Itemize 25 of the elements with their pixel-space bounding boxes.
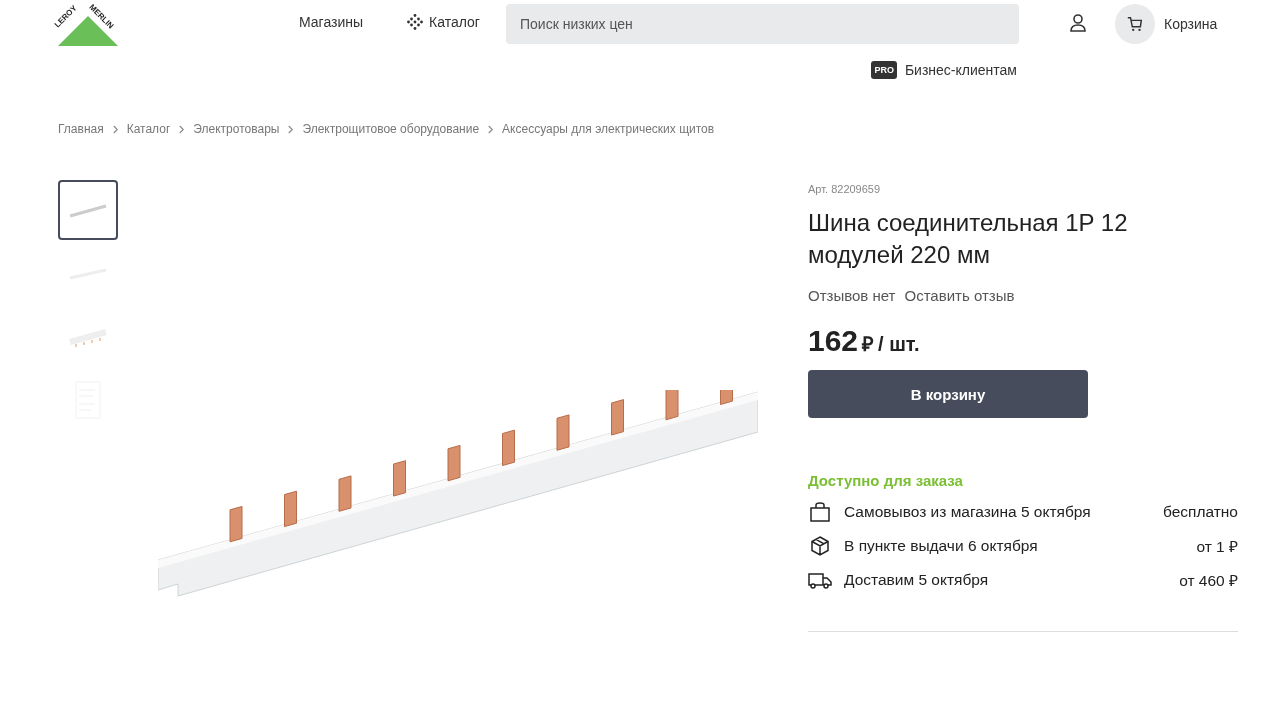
add-to-cart-button[interactable]: В корзину — [808, 370, 1088, 418]
breadcrumb-link[interactable]: Главная — [58, 122, 104, 136]
currency: ₽ — [862, 332, 875, 357]
price: 162 — [808, 324, 859, 358]
breadcrumb-link[interactable]: Электротовары — [193, 122, 280, 136]
delivery-option: Самовывоз из магазина 5 октября — [844, 503, 1151, 521]
delivery-price: от 1 ₽ — [1196, 537, 1238, 557]
cart-link[interactable]: Корзина — [1115, 4, 1218, 44]
availability-title: Доступно для заказа — [808, 472, 964, 489]
breadcrumb-link[interactable]: Аксессуары для электрических щитов — [502, 122, 715, 136]
reviews-count: Отзывов нет — [808, 287, 896, 304]
product-title: Шина соединительная 1P 12 модулей 220 мм — [808, 208, 1129, 270]
price-unit: / шт. — [878, 333, 920, 356]
breadcrumb-link[interactable]: Каталог — [126, 122, 171, 136]
article-number: Арт. 82209659 — [808, 183, 882, 195]
delivery-price: бесплатно — [1162, 503, 1238, 521]
delivery-option: В пункте выдачи 6 октября — [844, 537, 1185, 555]
review-link[interactable]: Оставить отзыв — [904, 287, 1015, 304]
search-field[interactable]: Поиск низких цен — [506, 4, 1019, 44]
delivery-price: от 460 ₽ — [1179, 571, 1238, 591]
delivery-option: Доставим 5 октября — [844, 571, 1168, 589]
business-link[interactable]: PRO Бизнес-клиентам — [871, 61, 1017, 79]
nav-link[interactable]: Каталог — [407, 14, 480, 30]
nav-link[interactable]: Магазины — [299, 14, 364, 30]
breadcrumb-link[interactable]: Электрощитовое оборудование — [302, 122, 480, 136]
